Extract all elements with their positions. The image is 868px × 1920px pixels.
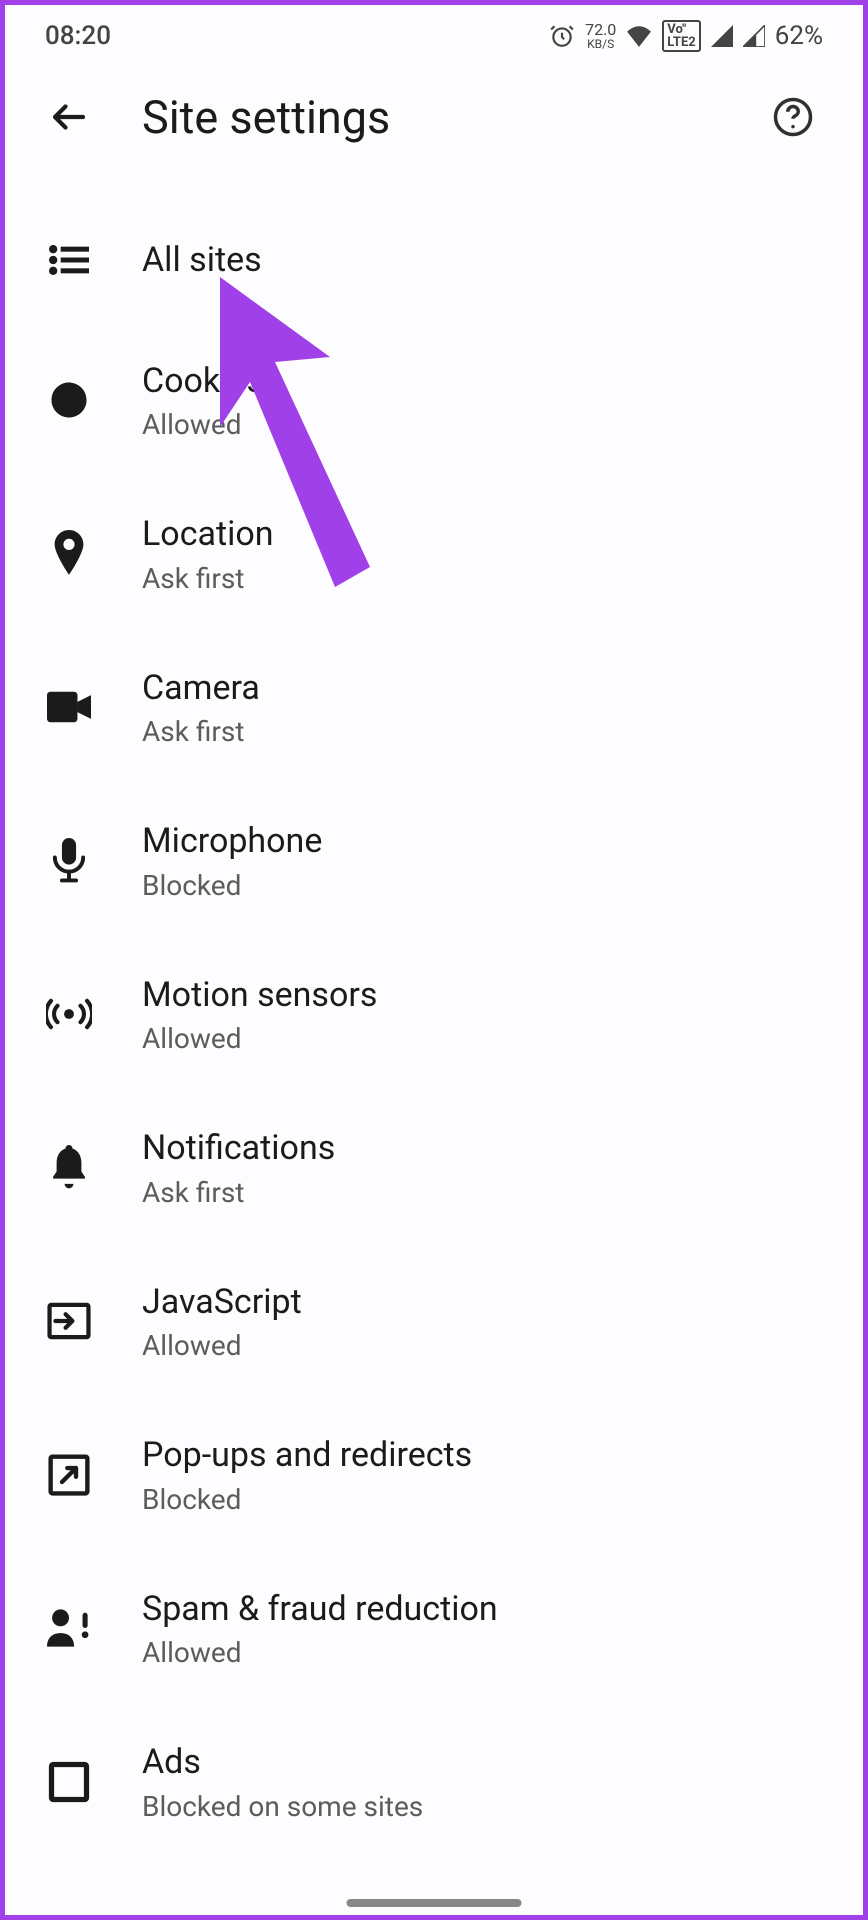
help-button[interactable] (758, 82, 828, 152)
microphone-icon (30, 838, 108, 884)
settings-list: All sites Cookies Allowed Location Ask f… (5, 167, 863, 1859)
item-subtitle: Blocked (142, 1483, 472, 1516)
home-indicator[interactable] (347, 1899, 522, 1907)
network-speed: 72.0 KB/S (585, 22, 616, 50)
item-title: Location (142, 513, 274, 556)
item-title: Motion sensors (142, 974, 377, 1017)
item-title: Notifications (142, 1127, 335, 1170)
cookie-icon (30, 379, 108, 421)
item-subtitle: Blocked (142, 869, 322, 902)
app-bar: Site settings (5, 67, 863, 167)
signal-icon-2 (743, 25, 765, 47)
item-location[interactable]: Location Ask first (5, 477, 863, 631)
item-cookies[interactable]: Cookies Allowed (5, 324, 863, 478)
item-subtitle: Allowed (142, 408, 264, 441)
item-subtitle: Blocked on some sites (142, 1790, 423, 1823)
list-icon (30, 245, 108, 275)
wifi-icon (626, 25, 652, 47)
item-title: Ads (142, 1741, 423, 1784)
battery-percent: 62% (775, 21, 823, 51)
item-title: All sites (142, 239, 262, 282)
status-time: 08:20 (45, 21, 111, 51)
status-indicators: 72.0 KB/S Vo" LTE2 62% (549, 20, 823, 52)
item-title: Microphone (142, 820, 322, 863)
item-subtitle: Allowed (142, 1636, 498, 1669)
spam-icon (30, 1608, 108, 1648)
item-ads[interactable]: Ads Blocked on some sites (5, 1705, 863, 1859)
bell-icon (30, 1145, 108, 1191)
alarm-icon (549, 23, 575, 49)
item-camera[interactable]: Camera Ask first (5, 631, 863, 785)
item-popups[interactable]: Pop-ups and redirects Blocked (5, 1398, 863, 1552)
item-subtitle: Ask first (142, 562, 274, 595)
volte-badge: Vo" LTE2 (662, 20, 700, 52)
ads-icon (30, 1761, 108, 1803)
item-all-sites[interactable]: All sites (5, 197, 863, 324)
javascript-icon (30, 1301, 108, 1341)
camera-icon (30, 691, 108, 723)
page-title: Site settings (142, 91, 758, 144)
signal-icon-1 (711, 25, 733, 47)
popup-icon (30, 1454, 108, 1496)
back-button[interactable] (30, 78, 108, 156)
item-subtitle: Ask first (142, 715, 260, 748)
item-motion-sensors[interactable]: Motion sensors Allowed (5, 938, 863, 1092)
item-subtitle: Allowed (142, 1329, 302, 1362)
item-spam-fraud[interactable]: Spam & fraud reduction Allowed (5, 1552, 863, 1706)
item-title: Pop-ups and redirects (142, 1434, 472, 1477)
item-title: JavaScript (142, 1281, 302, 1324)
item-notifications[interactable]: Notifications Ask first (5, 1091, 863, 1245)
item-title: Cookies (142, 360, 264, 403)
item-title: Spam & fraud reduction (142, 1588, 498, 1631)
item-title: Camera (142, 667, 260, 710)
motion-icon (30, 997, 108, 1031)
item-subtitle: Ask first (142, 1176, 335, 1209)
item-subtitle: Allowed (142, 1022, 377, 1055)
item-javascript[interactable]: JavaScript Allowed (5, 1245, 863, 1399)
location-icon (30, 530, 108, 578)
item-microphone[interactable]: Microphone Blocked (5, 784, 863, 938)
status-bar: 08:20 72.0 KB/S Vo" LTE2 62% (5, 5, 863, 67)
